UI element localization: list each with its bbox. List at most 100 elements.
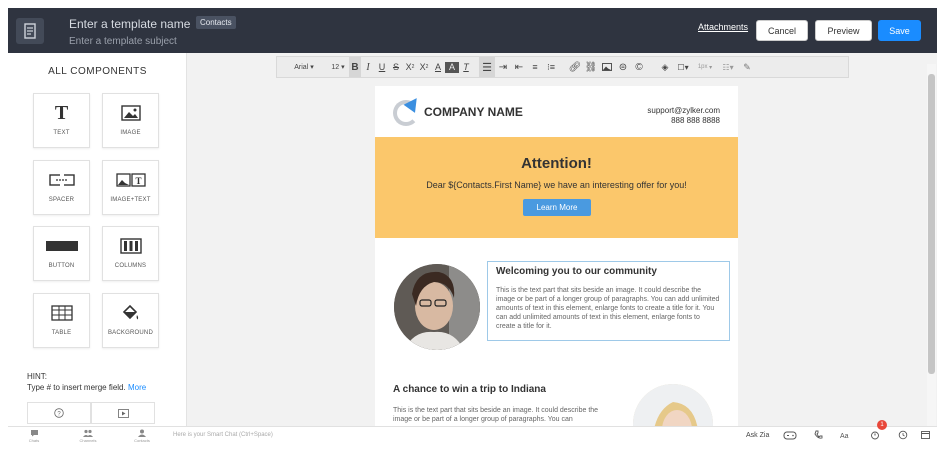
components-sidebar: ALL COMPONENTS T TEXT IMAGE SPACER T IMA… <box>8 53 187 426</box>
indent-icon[interactable]: ⇥ <box>495 62 511 73</box>
component-image-text[interactable]: T IMAGE+TEXT <box>102 160 159 215</box>
font-color-icon[interactable]: A <box>431 62 445 72</box>
outdent-icon[interactable]: ⇤ <box>511 62 527 73</box>
font-size-value: 12 <box>331 63 340 71</box>
contacts-label: Contacts <box>134 438 150 443</box>
template-subject-input[interactable]: Enter a template subject <box>69 36 177 47</box>
chats-item[interactable]: Chats <box>20 429 48 443</box>
unlink-icon[interactable]: ⛓︎ <box>583 62 599 73</box>
section1-title: Welcoming you to our community <box>496 266 657 277</box>
section2-text[interactable]: This is the text part that sits beside a… <box>393 406 613 424</box>
attention-banner[interactable]: Attention! Dear ${Contacts.First Name} w… <box>375 137 738 238</box>
module-tag: Contacts <box>196 16 236 29</box>
underline-icon[interactable]: U <box>375 62 389 72</box>
people-icon <box>83 429 93 437</box>
hint-more-link[interactable]: More <box>128 383 146 392</box>
ask-zia-button[interactable]: Ask Zia <box>746 432 769 439</box>
attachments-link[interactable]: Attachments <box>698 22 748 32</box>
learn-more-button[interactable]: Learn More <box>523 199 591 216</box>
component-image[interactable]: IMAGE <box>102 93 159 148</box>
support-phone: 888 888 8888 <box>671 116 720 125</box>
align-left-icon[interactable]: ☰ <box>479 57 495 77</box>
svg-text:?: ? <box>57 411 61 417</box>
support-contact[interactable]: support@zylker.com 888 888 8888 <box>647 106 720 126</box>
channels-item[interactable]: Channels <box>74 429 102 443</box>
chats-label: Chats <box>28 438 40 443</box>
component-label: COLUMNS <box>114 263 147 269</box>
save-button[interactable]: Save <box>878 20 921 41</box>
help-tab[interactable]: ? <box>27 402 91 424</box>
component-table[interactable]: TABLE <box>33 293 90 348</box>
border-style-select[interactable]: ☷▾ <box>717 63 739 72</box>
scrollbar-thumb[interactable] <box>928 74 935 374</box>
welcome-text-block[interactable]: Welcoming you to our community This is t… <box>487 261 730 341</box>
link-icon[interactable]: 🔗︎ <box>567 62 583 73</box>
email-template-preview: COMPANY NAME support@zylker.com 888 888 … <box>375 86 738 426</box>
preview-button[interactable]: Preview <box>815 20 872 41</box>
font-family-select[interactable]: Arial ▾ <box>289 63 319 72</box>
phone-icon[interactable] <box>814 430 823 442</box>
fill-color-icon[interactable]: ◈ <box>657 62 673 73</box>
component-columns[interactable]: COLUMNS <box>102 226 159 281</box>
alarm-icon[interactable] <box>870 430 880 442</box>
hint-block: HINT: Type # to insert merge field. More <box>27 371 146 393</box>
line-height-select[interactable]: 1px ▾ <box>693 64 717 71</box>
history-icon[interactable] <box>898 430 908 442</box>
smart-chat-input[interactable]: Here is your Smart Chat (Ctrl+Space) <box>173 432 273 438</box>
image-icon <box>103 102 158 124</box>
calendar-icon[interactable] <box>921 430 930 441</box>
font-size-select[interactable]: 12 ▾ <box>327 63 349 72</box>
contacts-item[interactable]: Contacts <box>128 429 156 443</box>
canvas-scrollbar[interactable] <box>927 64 936 426</box>
border-select[interactable]: ☐▾ <box>673 63 693 72</box>
support-email: support@zylker.com <box>647 106 720 115</box>
template-name-input[interactable]: Enter a template name <box>69 17 190 31</box>
chat-bubble-icon <box>30 430 38 437</box>
spacer-icon <box>34 169 89 191</box>
component-label: BUTTON <box>48 263 75 269</box>
section2-title[interactable]: A chance to win a trip to Indiana <box>393 384 546 395</box>
hint-title: HINT: <box>27 372 47 381</box>
profile-photo-woman[interactable] <box>394 264 480 350</box>
strikethrough-icon[interactable]: S <box>389 62 403 72</box>
video-tab[interactable] <box>91 402 155 424</box>
horizontal-rule-icon[interactable]: ⊜ <box>615 62 631 73</box>
banner-text: Dear ${Contacts.First Name} we have an i… <box>426 180 687 190</box>
eraser-icon[interactable]: ✎ <box>739 62 755 73</box>
company-name[interactable]: COMPANY NAME <box>424 105 523 119</box>
bold-icon[interactable]: B <box>349 57 361 77</box>
special-char-icon[interactable]: © <box>631 62 647 73</box>
banner-title: Attention! <box>521 155 592 172</box>
template-document-icon <box>16 18 44 44</box>
gamepad-icon[interactable] <box>783 430 797 442</box>
hint-text: Type # to insert merge field. <box>27 383 126 392</box>
clear-format-icon[interactable]: T <box>459 62 473 72</box>
button-icon <box>34 235 89 257</box>
sidebar-title: ALL COMPONENTS <box>48 66 147 77</box>
paint-bucket-icon <box>103 302 158 324</box>
translate-icon[interactable]: Aa <box>840 430 852 442</box>
superscript-icon[interactable]: X2 <box>417 62 431 72</box>
component-label: IMAGE+TEXT <box>110 197 151 203</box>
profile-photo-blonde[interactable] <box>633 384 713 426</box>
table-icon <box>34 302 89 324</box>
bullet-list-icon[interactable]: ⁝≡ <box>543 62 559 73</box>
cancel-button[interactable]: Cancel <box>756 20 808 41</box>
component-spacer[interactable]: SPACER <box>33 160 90 215</box>
italic-icon[interactable]: I <box>361 62 375 73</box>
highlight-icon[interactable]: A <box>445 61 459 73</box>
text-icon: T <box>54 101 69 124</box>
component-text[interactable]: T TEXT <box>33 93 90 148</box>
svg-text:Aa: Aa <box>840 433 849 440</box>
ordered-list-icon[interactable]: ≡ <box>527 62 543 72</box>
question-icon: ? <box>54 408 64 418</box>
insert-image-icon[interactable] <box>599 63 615 71</box>
formatting-toolbar: Arial ▾ 12 ▾ B I U S X2 X2 A A T ☰ ⇥ ⇤ ≡… <box>276 56 849 78</box>
subscript-icon[interactable]: X2 <box>403 62 417 72</box>
component-label: IMAGE <box>120 130 141 136</box>
component-button[interactable]: BUTTON <box>33 226 90 281</box>
component-background[interactable]: BACKGROUND <box>102 293 159 348</box>
bottom-bar: Chats Channels Contacts Here is your Sma… <box>8 426 937 445</box>
component-label: TEXT <box>53 130 70 136</box>
line-height-value: 1px <box>697 64 708 70</box>
